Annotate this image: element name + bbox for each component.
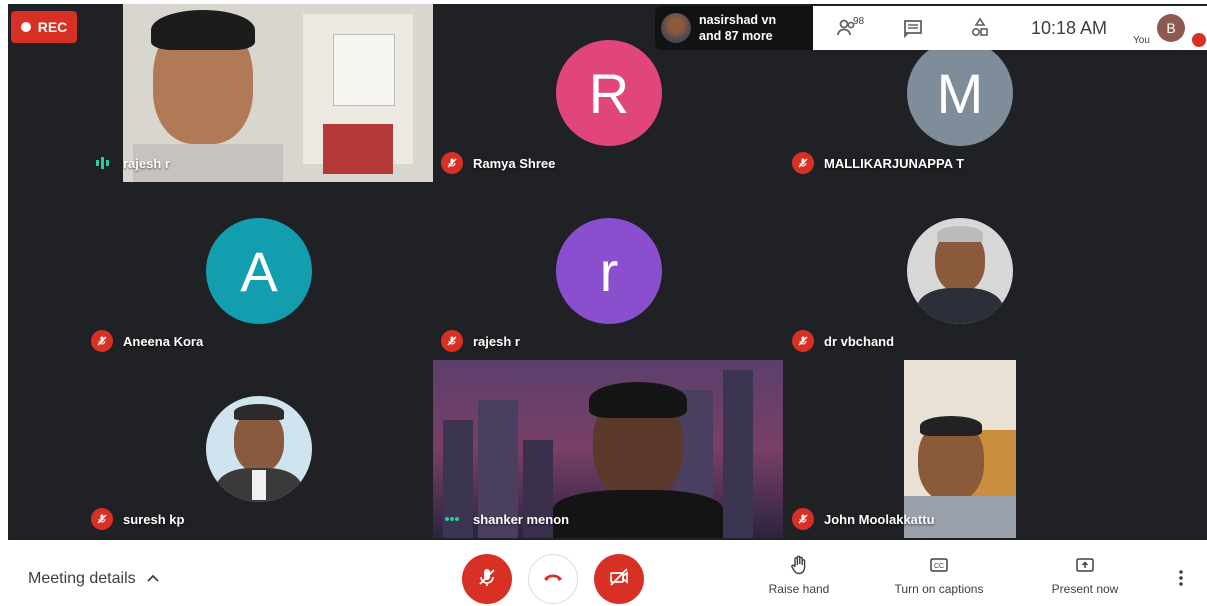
participant-name: dr vbchand [824, 333, 895, 349]
camera-toggle-button[interactable] [594, 554, 644, 604]
meeting-clock: 10:18 AM [1031, 18, 1108, 38]
participant-name: John Moolakkattu [824, 511, 935, 527]
leave-call-button[interactable] [528, 554, 578, 604]
participant-photo [206, 396, 312, 502]
participant-name: MALLIKARJUNAPPA T [824, 155, 965, 171]
mic-off-icon [792, 152, 814, 174]
tile-name-row: MALLIKARJUNAPPA T [792, 152, 964, 174]
tile-name-row: shanker menon [441, 508, 569, 530]
tile-name-row: rajesh r [441, 330, 520, 352]
participant-avatar: M [907, 40, 1013, 146]
recording-badge: REC [11, 11, 77, 43]
chevron-up-icon [146, 570, 160, 588]
mic-toggle-button[interactable] [462, 554, 512, 604]
captions-label: Turn on captions [894, 582, 984, 596]
participant-count: 98 [853, 16, 865, 27]
svg-text:CC: CC [934, 563, 944, 570]
tile-dr-vbchand[interactable]: dr vbchand [784, 182, 1134, 360]
recording-label: REC [37, 19, 68, 35]
more-options-icon[interactable] [1176, 568, 1186, 593]
raise-hand-icon [744, 554, 854, 576]
tile-name-row: Ramya Shree [441, 152, 555, 174]
participant-thumbnail-avatar [661, 13, 691, 43]
participant-name: shanker menon [473, 511, 570, 527]
video-grid: rajesh r R Ramya Shree M MALLIKARJUNAPPA… [8, 4, 1207, 540]
tile-rajesh-r[interactable]: r rajesh r [433, 182, 783, 360]
tile-rajesh-r-video[interactable]: rajesh r [83, 4, 433, 182]
mic-off-icon [441, 330, 463, 352]
participant-name: Aneena Kora [123, 333, 204, 349]
hang-up-icon [542, 570, 564, 588]
participant-photo [907, 218, 1013, 324]
raise-hand-button[interactable]: Raise hand [744, 554, 854, 596]
captions-button[interactable]: CC Turn on captions [884, 554, 994, 596]
mic-off-icon [476, 566, 498, 593]
mic-off-icon [792, 330, 814, 352]
present-now-label: Present now [1051, 582, 1119, 596]
self-mic-off-icon [1192, 33, 1206, 47]
top-info-panel: 98 10:18 AM You B [813, 6, 1207, 50]
participants-preview[interactable]: nasirshad vn and 87 more [655, 6, 813, 50]
participant-name: rajesh r [123, 155, 170, 171]
participant-name: suresh kp [123, 511, 185, 527]
participant-name: rajesh r [473, 333, 520, 349]
mic-off-icon [441, 152, 463, 174]
raise-hand-label: Raise hand [768, 582, 830, 596]
tile-suresh-kp[interactable]: suresh kp [83, 360, 433, 538]
meeting-details-button[interactable]: Meeting details [28, 570, 160, 588]
participant-avatar: r [556, 218, 662, 324]
speaking-indicator-icon [441, 508, 463, 530]
chat-icon[interactable] [901, 16, 925, 40]
participants-preview-name: nasirshad vn [699, 13, 777, 27]
participants-preview-more: and 87 more [699, 29, 773, 43]
present-screen-icon [1030, 554, 1140, 576]
mic-off-icon [91, 508, 113, 530]
tile-john-moolakkattu-video[interactable]: John Moolakkattu [784, 360, 1134, 538]
speaking-indicator-icon [91, 152, 113, 174]
self-avatar[interactable]: B [1157, 14, 1185, 42]
you-label: You [1133, 35, 1150, 46]
tile-name-row: suresh kp [91, 508, 184, 530]
tile-name-row: John Moolakkattu [792, 508, 935, 530]
tile-name-row: rajesh r [91, 152, 170, 174]
meeting-details-label: Meeting details [28, 570, 136, 587]
tile-shanker-menon-video[interactable]: shanker menon [433, 360, 783, 538]
participant-avatar: R [556, 40, 662, 146]
activities-icon[interactable] [968, 16, 992, 40]
tile-name-row: dr vbchand [792, 330, 894, 352]
tile-aneena-kora[interactable]: A Aneena Kora [83, 182, 433, 360]
bottom-toolbar: Meeting details Raise hand CC Turn on ca… [0, 540, 1207, 606]
tile-name-row: Aneena Kora [91, 330, 203, 352]
mic-off-icon [91, 330, 113, 352]
mic-off-icon [792, 508, 814, 530]
participant-avatar: A [206, 218, 312, 324]
camera-off-icon [608, 566, 630, 593]
participant-name: Ramya Shree [473, 155, 556, 171]
present-now-button[interactable]: Present now [1030, 554, 1140, 596]
record-dot-icon [20, 22, 31, 32]
closed-captions-icon: CC [884, 554, 994, 576]
